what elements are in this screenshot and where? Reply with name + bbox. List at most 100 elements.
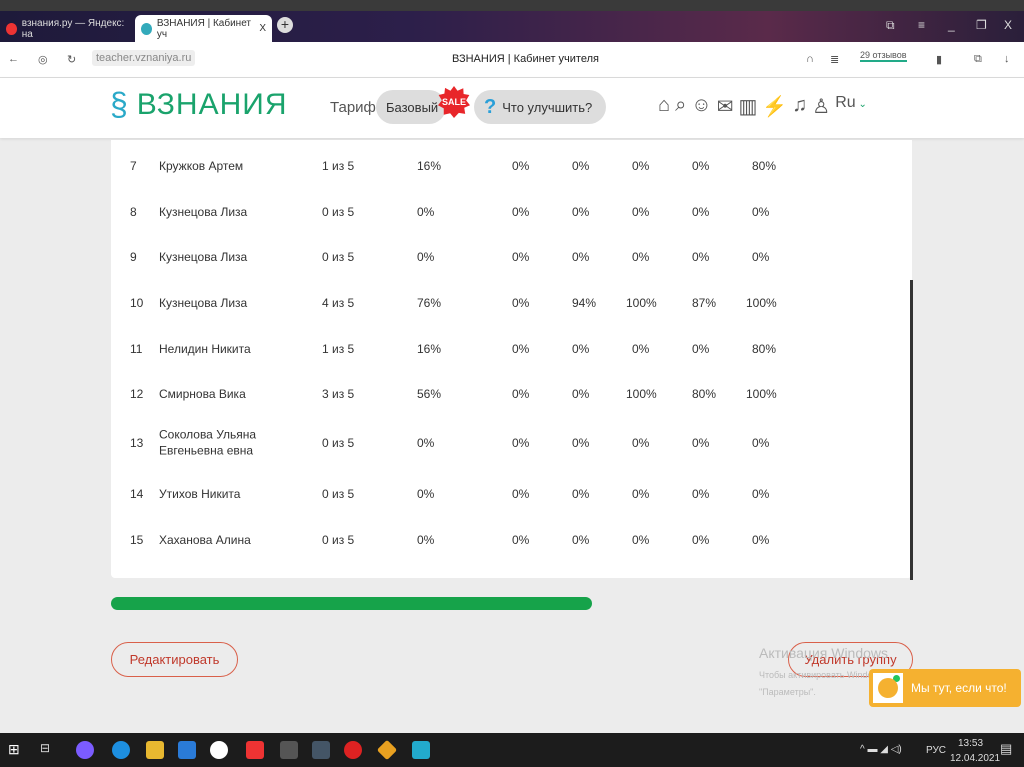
restore-button[interactable]: ❐ [976,18,987,32]
tab-label: взнания.ру — Яндекс: на [21,17,125,40]
score: 1 из 5 [322,342,355,356]
row-number: 9 [130,250,137,264]
stats-icon[interactable]: ▥ [738,94,757,119]
student-name: Соколова Ульяна [159,427,257,442]
menu-icon[interactable]: ≡ [918,18,925,32]
vznaniya-icon [141,22,152,35]
language-select[interactable]: Ru ⌄ [835,94,867,119]
row-number: 12 [130,387,144,401]
chat-widget[interactable]: Мы тут, если что! [869,669,1021,707]
task-percent: 0% [512,296,530,310]
task-percent: 0% [572,250,590,264]
opera-icon[interactable] [344,741,362,759]
home-icon[interactable]: ⌂ [658,94,670,119]
close-window-button[interactable]: X [1004,18,1012,32]
task-percent: 80% [752,342,777,356]
back-icon[interactable]: ← [8,53,19,65]
student-name: Кружков Артем [159,159,244,173]
improve-label: Что улучшить? [502,99,593,115]
minimize-button[interactable]: _ [948,18,955,32]
bookmark-icon[interactable]: ▮ [936,53,942,66]
reviews-badge[interactable]: 29 отзывов [860,50,907,62]
reader-icon[interactable]: ≣ [830,53,839,66]
task-percent: 0% [572,487,590,501]
headphones-icon[interactable]: ∩ [806,53,814,65]
task-percent: 0% [572,159,590,173]
reload-icon[interactable]: ↻ [67,53,76,66]
task-percent: 0% [752,487,770,501]
task-percent: 87% [692,296,717,310]
clock-date[interactable]: 12.04.2021 [950,753,1000,764]
gamepad-icon[interactable]: ☺ [691,94,711,119]
row-number: 8 [130,205,137,219]
task-view-icon[interactable]: ⊟ [40,741,58,759]
search-icon[interactable]: ⌕ [675,94,686,119]
mail-app-icon[interactable] [178,741,196,759]
progress-bar [111,597,592,610]
alice-icon[interactable] [76,741,94,759]
download-icon[interactable]: ↓ [1004,53,1010,65]
tarif-button[interactable]: Базовый [376,90,446,124]
task-percent: 0% [692,205,710,219]
address-bar: ← ◎ ↻ teacher.vznaniya.ru ВЗНАНИЯ | Каби… [0,42,1024,78]
percent: 0% [417,250,435,264]
app-icon[interactable] [280,741,298,759]
extensions-icon[interactable]: ⧉ [974,53,982,66]
yandex-protect-icon[interactable]: ◎ [38,53,48,66]
task-percent: 0% [692,250,710,264]
bookmarks-icon[interactable]: ⧉ [886,18,895,33]
yandex-browser-icon[interactable] [210,741,228,759]
task-percent: 0% [752,436,770,450]
tab-bar: взнания.ру — Яндекс: на ВЗНАНИЯ | Кабине… [0,11,1024,42]
new-tab-button[interactable]: + [277,17,293,33]
site-header: § ВЗНАНИЯ Тариф Базовый SALE ? Что улучшит… [0,78,1024,138]
task-percent: 0% [692,533,710,547]
task-percent: 0% [512,487,530,501]
tarif-value: Базовый [386,99,439,115]
score: 3 из 5 [322,387,355,401]
bell-icon[interactable]: ♫ [792,94,807,119]
input-language[interactable]: РУС [926,745,946,756]
windows-start-icon[interactable]: ⊞ [8,741,26,759]
app-icon[interactable] [376,739,398,761]
user-icon[interactable]: ♙ [812,94,830,119]
task-percent: 0% [632,159,650,173]
task-percent: 0% [512,159,530,173]
close-tab-button[interactable]: X [259,23,266,34]
task-percent: 0% [512,387,530,401]
score: 0 из 5 [322,250,355,264]
task-percent: 0% [632,250,650,264]
percent: 0% [417,436,435,450]
runner-icon[interactable]: ⚡ [762,94,787,119]
mail-icon[interactable]: ✉ [717,94,734,119]
tab-vznaniya[interactable]: ВЗНАНИЯ | Кабинет уч X [135,15,272,42]
logo-icon: § [110,86,129,122]
student-name: Хаханова Алина [159,533,251,547]
app-icon[interactable] [312,741,330,759]
student-name: Кузнецова Лиза [159,296,248,310]
task-percent: 0% [632,205,650,219]
task-percent: 100% [626,387,657,401]
row-number: 15 [130,533,144,547]
yandex-icon[interactable] [246,741,264,759]
logo-text: ВЗНАНИЯ [136,87,288,121]
score: 0 из 5 [322,436,355,450]
tray-icons[interactable]: ^ ▬ ◢ ◁) [860,744,902,755]
explorer-icon[interactable] [146,741,164,759]
tab-label: ВЗНАНИЯ | Кабинет уч [156,17,252,40]
clock-time[interactable]: 13:53 [958,738,983,749]
chevron-down-icon: ⌄ [855,99,867,110]
scrollbar[interactable] [910,280,913,580]
chat-text: Мы тут, если что! [911,681,1007,695]
task-percent: 0% [632,533,650,547]
notifications-icon[interactable]: ▤ [1000,741,1012,757]
task-percent: 0% [692,342,710,356]
improve-button[interactable]: ? Что улучшить? [474,90,606,124]
app-icon[interactable] [412,741,430,759]
edge-icon[interactable] [112,741,130,759]
logo[interactable]: § ВЗНАНИЯ [110,86,288,123]
tab-yandex[interactable]: взнания.ру — Яндекс: на [0,15,132,42]
url-field[interactable]: teacher.vznaniya.ru [92,50,196,66]
percent: 0% [417,533,435,547]
edit-button[interactable]: Редактировать [111,642,238,677]
